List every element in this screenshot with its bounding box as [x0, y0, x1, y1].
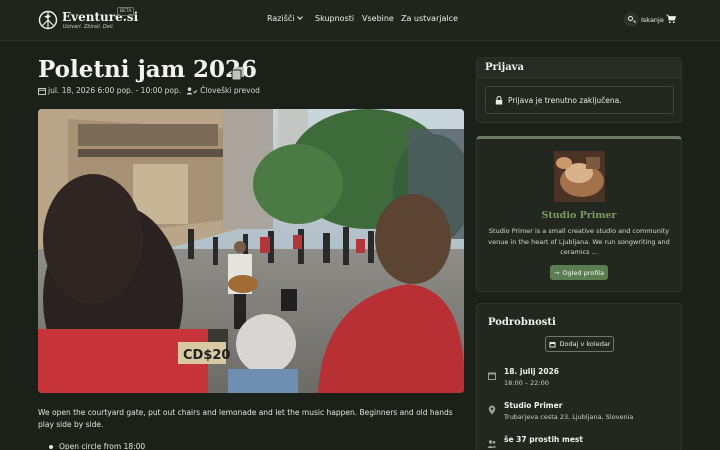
details-heading: Podrobnosti [488, 317, 556, 328]
brand-tagline: Ustvari. Zbirali. Deli. [63, 24, 115, 30]
beta-badge: BETA [117, 7, 135, 16]
registration-status: Prijava je trenutno zaključena. [508, 95, 622, 105]
event-date: 18. julij 2026 [504, 367, 560, 376]
search-icon [624, 12, 639, 27]
add-to-calendar-button[interactable]: Dodaj v koledar [545, 336, 614, 352]
event-datetime: jul. 18, 2026 6:00 pop. - 10:00 pop. [48, 86, 182, 95]
nav-explore-label: Razišči [267, 14, 295, 23]
spots-remaining: še 37 prostih mest [504, 435, 583, 444]
search-label: Iskanje [641, 15, 664, 24]
search-button[interactable]: Iskanje [624, 12, 664, 27]
details-card: Podrobnosti Dodaj v koledar 18. julij 20… [476, 303, 682, 450]
registration-card: Prijava Prijava je trenutno zaključena. [476, 57, 682, 123]
top-navbar: Eventure.si BETA Ustvari. Zbirali. Deli.… [0, 0, 720, 41]
nav-communities[interactable]: Skupnosti [315, 14, 354, 23]
calendar-icon [38, 87, 46, 95]
organizer-photo[interactable] [554, 151, 605, 202]
photo-sign-text: CD$20 [183, 348, 230, 363]
person-check-icon [186, 86, 198, 94]
nav-for-creators[interactable]: Za ustvarjalce [401, 14, 458, 23]
event-bullet-item: Open circle from 18:00 [38, 442, 145, 450]
venue-address: Trubarjeva cesta 23, Ljubljana, Slovenia [504, 413, 634, 421]
nav-content[interactable]: Vsebine [362, 14, 394, 23]
add-to-calendar-label: Dodaj v koledar [559, 340, 611, 348]
venue-name[interactable]: Studio Primer [504, 401, 562, 410]
copy-link-icon[interactable] [231, 66, 245, 81]
interpretation-label: Človeški prevod [200, 86, 260, 95]
nav-explore[interactable]: Razišči [267, 14, 303, 23]
event-description: We open the courtyard gate, put out chai… [38, 408, 453, 429]
cart-icon[interactable] [666, 14, 676, 24]
event-hero-photo: CD$20 [38, 109, 464, 393]
event-bullet-text: Open circle from 18:00 [59, 442, 146, 450]
arrow-right-icon: → [553, 268, 560, 277]
organizer-name[interactable]: Studio Primer [477, 210, 681, 221]
view-profile-label: Ogled profila [562, 268, 605, 277]
calendar-icon [549, 341, 555, 347]
event-title: Poletni jam 2026 [38, 56, 258, 83]
peace-dove-logo[interactable] [38, 10, 58, 30]
users-icon [487, 440, 497, 448]
lock-icon [495, 95, 503, 104]
organizer-description: Studio Primer is a small creative studio… [488, 227, 670, 256]
map-pin-icon [488, 405, 496, 415]
event-time: 18:00 – 22:00 [504, 379, 549, 387]
chevron-down-icon [296, 14, 303, 20]
bullet-dot [49, 444, 53, 449]
organizer-card: Studio Primer Studio Primer is a small c… [476, 136, 682, 292]
calendar-icon [488, 372, 496, 380]
registration-heading: Prijava [485, 62, 524, 73]
registration-closed-notice: Prijava je trenutno zaključena. [485, 86, 674, 114]
view-profile-button[interactable]: → Ogled profila [550, 265, 608, 280]
event-meta: jul. 18, 2026 6:00 pop. - 10:00 pop. Člo… [38, 86, 260, 95]
